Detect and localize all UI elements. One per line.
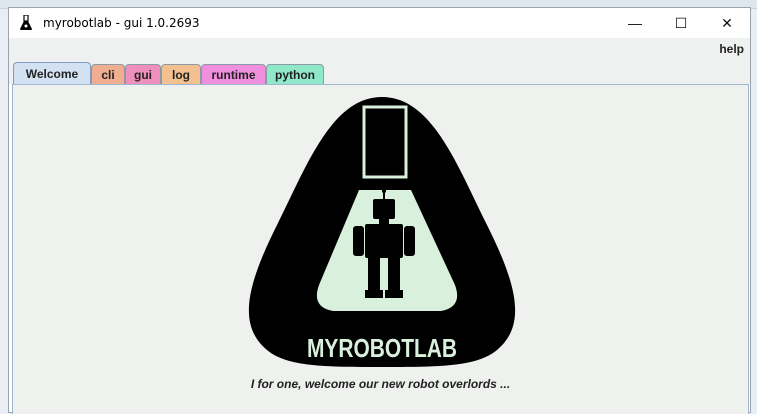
maximize-button[interactable]: ☐ [658,8,704,38]
tab-strip: Welcome cli gui log runtime python [9,60,750,84]
tab-label: gui [134,67,152,82]
minimize-icon: — [628,15,642,31]
close-button[interactable]: ✕ [704,8,750,38]
close-icon: ✕ [721,14,733,31]
menu-help[interactable]: help [719,42,744,56]
tab-label: cli [101,67,115,82]
tab-log[interactable]: log [161,64,201,84]
tab-python[interactable]: python [266,64,324,84]
tab-label: python [275,67,315,82]
minimize-button[interactable]: — [612,8,658,38]
myrobotlab-logo: MYROBOTLAB [248,97,516,367]
tagline: I for one, welcome our new robot overlor… [250,377,511,391]
tab-runtime[interactable]: runtime [201,64,266,84]
flask-icon [20,15,32,30]
logo-text: MYROBOTLAB [307,333,457,363]
window-title: myrobotlab - gui 1.0.2693 [43,16,200,30]
app-window: myrobotlab - gui 1.0.2693 — ☐ ✕ help Wel… [8,7,751,414]
tab-label: log [172,67,190,82]
tab-label: Welcome [25,66,79,81]
tab-label: runtime [211,67,256,82]
menu-bar: help [9,38,750,60]
tab-cli[interactable]: cli [91,64,125,84]
title-bar[interactable]: myrobotlab - gui 1.0.2693 — ☐ ✕ [9,8,750,38]
tab-welcome[interactable]: Welcome [13,62,91,84]
welcome-panel: MYROBOTLAB I for one, welcome our new ro… [12,84,749,414]
maximize-icon: ☐ [674,14,688,31]
tab-gui[interactable]: gui [125,64,161,84]
